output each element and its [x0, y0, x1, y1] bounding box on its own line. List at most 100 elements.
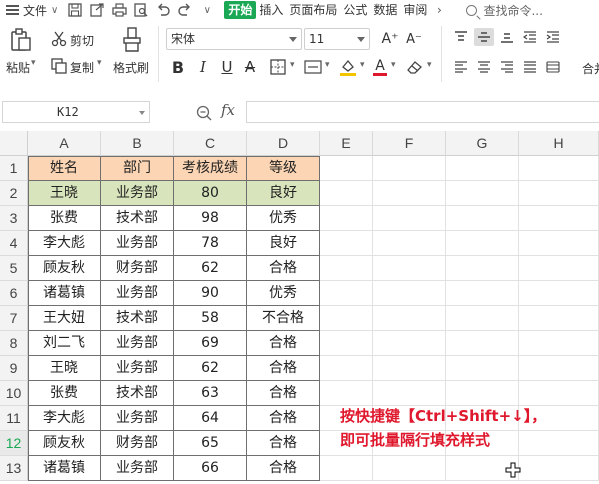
cell-h6[interactable] — [519, 281, 599, 306]
tab-data[interactable]: 数据 — [370, 1, 400, 19]
italic-icon[interactable]: I — [194, 56, 212, 78]
merge-special-dropdown-icon[interactable]: ▾ — [325, 60, 330, 70]
row-header-10[interactable]: 10 — [0, 381, 28, 406]
fill-color-icon[interactable] — [338, 56, 358, 78]
cell-h10[interactable] — [519, 381, 599, 406]
cell-e13[interactable] — [320, 456, 373, 481]
copy-label[interactable]: 复制 — [70, 59, 94, 76]
cell-e2[interactable] — [320, 181, 373, 206]
cell-b6[interactable]: 业务部 — [101, 281, 174, 306]
quick-access-dropdown-icon[interactable]: ∨ — [198, 1, 216, 19]
align-right-icon[interactable] — [498, 58, 516, 76]
cell-b8[interactable]: 业务部 — [101, 331, 174, 356]
cell-h7[interactable] — [519, 306, 599, 331]
cell-b13[interactable]: 业务部 — [101, 456, 174, 481]
cell-c5[interactable]: 62 — [174, 256, 247, 281]
cell-g5[interactable] — [446, 256, 519, 281]
cell-g9[interactable] — [446, 356, 519, 381]
cell-d13[interactable]: 合格 — [247, 456, 320, 481]
cut-label[interactable]: 剪切 — [70, 32, 94, 49]
fill-color-dropdown-icon[interactable]: ▾ — [360, 60, 365, 70]
cell-g6[interactable] — [446, 281, 519, 306]
cell-e3[interactable] — [320, 206, 373, 231]
cell-f6[interactable] — [373, 281, 446, 306]
cell-e10[interactable] — [320, 381, 373, 406]
fx-icon[interactable]: fx — [221, 101, 235, 119]
cell-h13[interactable] — [519, 456, 599, 481]
cell-f1[interactable] — [373, 156, 446, 181]
name-box[interactable]: K12 — [2, 101, 150, 123]
column-header-c[interactable]: C — [174, 131, 247, 156]
paste-icon[interactable] — [8, 26, 34, 54]
align-center-icon[interactable] — [475, 58, 493, 76]
font-color-dropdown-icon[interactable]: ▾ — [391, 60, 396, 70]
format-painter-label[interactable]: 格式刷 — [113, 59, 149, 76]
cell-f5[interactable] — [373, 256, 446, 281]
distributed-align-icon[interactable] — [544, 58, 562, 76]
cell-g4[interactable] — [446, 231, 519, 256]
cell-c7[interactable]: 58 — [174, 306, 247, 331]
cell-b12[interactable]: 财务部 — [101, 431, 174, 456]
cell-a6[interactable]: 诸葛镇 — [28, 281, 101, 306]
save-icon[interactable] — [66, 1, 84, 19]
increase-font-size-icon[interactable]: A⁺ — [380, 29, 400, 49]
copy-icon[interactable] — [50, 57, 68, 75]
cell-f2[interactable] — [373, 181, 446, 206]
cell-h2[interactable] — [519, 181, 599, 206]
cell-a5[interactable]: 顾友秋 — [28, 256, 101, 281]
paste-label[interactable]: 粘贴 — [6, 59, 30, 76]
cell-f8[interactable] — [373, 331, 446, 356]
cell-e8[interactable] — [320, 331, 373, 356]
align-left-icon[interactable] — [452, 58, 470, 76]
borders-icon[interactable] — [268, 56, 288, 78]
tab-formulas[interactable]: 公式 — [340, 1, 370, 19]
cell-c11[interactable]: 64 — [174, 406, 247, 431]
print-icon[interactable] — [110, 1, 128, 19]
cell-a11[interactable]: 李大彪 — [28, 406, 101, 431]
cell-f3[interactable] — [373, 206, 446, 231]
cell-d7[interactable]: 不合格 — [247, 306, 320, 331]
cell-e6[interactable] — [320, 281, 373, 306]
copy-dropdown-icon[interactable]: ▾ — [97, 58, 102, 68]
row-header-13[interactable]: 13 — [0, 456, 28, 481]
column-header-a[interactable]: A — [28, 131, 101, 156]
column-header-d[interactable]: D — [247, 131, 320, 156]
cell-a4[interactable]: 李大彪 — [28, 231, 101, 256]
cell-c6[interactable]: 90 — [174, 281, 247, 306]
column-header-f[interactable]: F — [373, 131, 446, 156]
cell-a12[interactable]: 顾友秋 — [28, 431, 101, 456]
command-search[interactable]: 查找命令... — [466, 2, 543, 19]
file-menu[interactable]: 文件 ∨ — [0, 0, 66, 20]
cell-a2[interactable]: 王晓 — [28, 181, 101, 206]
paste-dropdown-icon[interactable]: ▾ — [31, 58, 36, 68]
cell-f9[interactable] — [373, 356, 446, 381]
cell-d2[interactable]: 良好 — [247, 181, 320, 206]
cell-b11[interactable]: 业务部 — [101, 406, 174, 431]
cell-b3[interactable]: 技术部 — [101, 206, 174, 231]
align-middle-icon[interactable] — [474, 28, 494, 46]
cell-g8[interactable] — [446, 331, 519, 356]
cell-a10[interactable]: 张费 — [28, 381, 101, 406]
tab-insert[interactable]: 插入 — [256, 1, 286, 19]
undo-icon[interactable] — [154, 1, 172, 19]
cell-b9[interactable]: 业务部 — [101, 356, 174, 381]
merge-center-label[interactable]: 合并 — [582, 60, 599, 77]
cell-a13[interactable]: 诸葛镇 — [28, 456, 101, 481]
cell-b2[interactable]: 业务部 — [101, 181, 174, 206]
cell-b1[interactable]: 部门 — [101, 156, 174, 181]
cell-a1[interactable]: 姓名 — [28, 156, 101, 181]
cell-d10[interactable]: 合格 — [247, 381, 320, 406]
cell-b10[interactable]: 技术部 — [101, 381, 174, 406]
cell-h4[interactable] — [519, 231, 599, 256]
cell-f10[interactable] — [373, 381, 446, 406]
decrease-font-size-icon[interactable]: A⁻ — [404, 29, 424, 49]
cell-c10[interactable]: 63 — [174, 381, 247, 406]
cell-f7[interactable] — [373, 306, 446, 331]
row-header-9[interactable]: 9 — [0, 356, 28, 381]
row-header-2[interactable]: 2 — [0, 181, 28, 206]
cell-c13[interactable]: 66 — [174, 456, 247, 481]
cell-g7[interactable] — [446, 306, 519, 331]
tab-page-layout[interactable]: 页面布局 — [286, 1, 340, 19]
row-header-8[interactable]: 8 — [0, 331, 28, 356]
bold-icon[interactable]: B — [169, 56, 187, 78]
